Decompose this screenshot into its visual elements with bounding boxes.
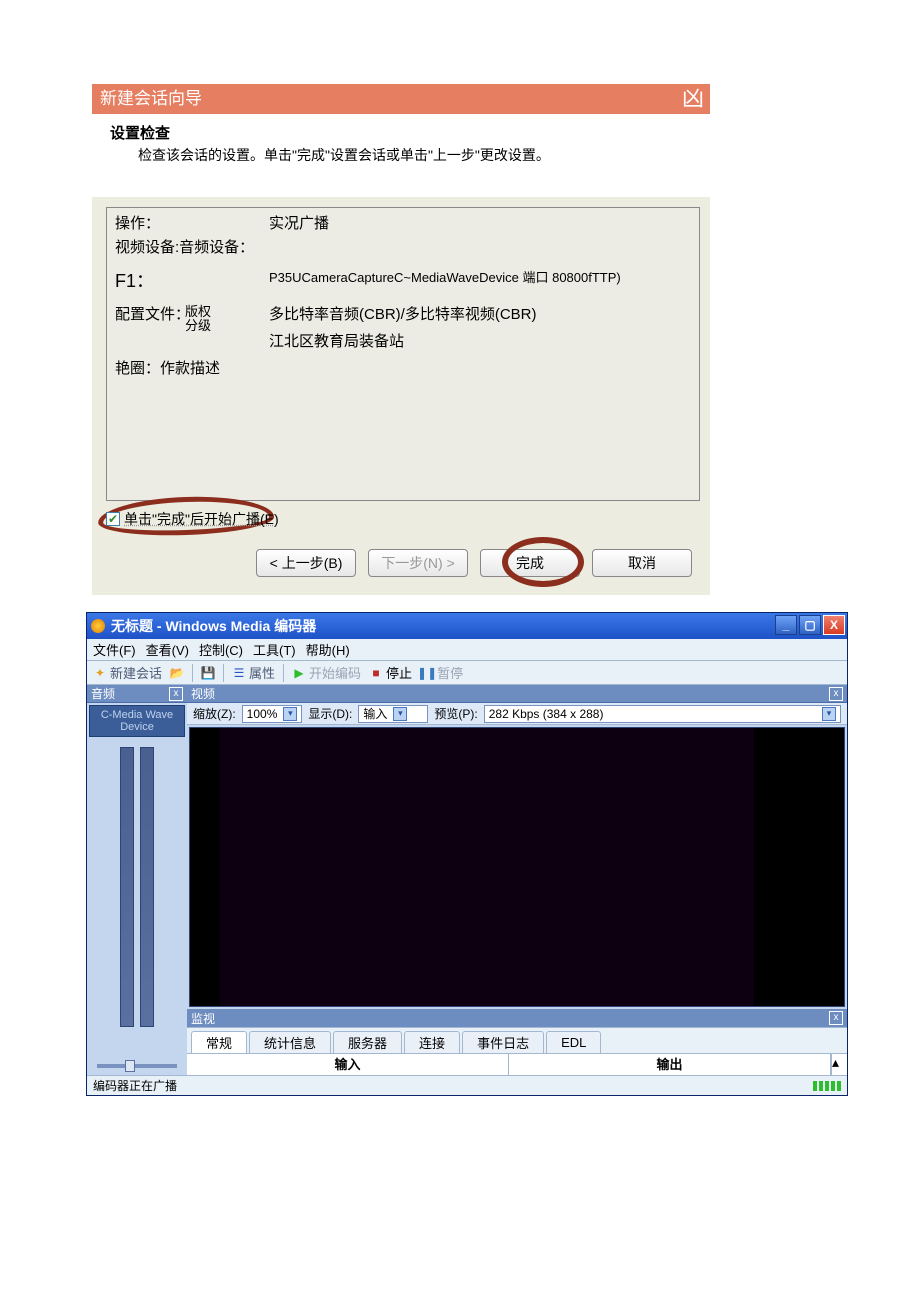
- value-profile: 多比特率音频(CBR)/多比特率视频(CBR): [269, 303, 691, 324]
- audio-device-label: C-Media Wave Device: [89, 705, 185, 737]
- io-input-header: 输入: [187, 1054, 509, 1075]
- side-terms: 版权 分级: [185, 305, 211, 333]
- menu-control[interactable]: 控制(C): [199, 640, 243, 659]
- chevron-down-icon: ▾: [393, 707, 407, 721]
- zoom-label: 缩放(Z):: [193, 705, 236, 722]
- preview-label: 预览(P):: [434, 705, 477, 722]
- wizard-body: 操作： 实况广播 视频设备:音频设备： F1： P35UCameraCaptur…: [92, 197, 710, 595]
- tab-edl[interactable]: EDL: [546, 1031, 601, 1053]
- start-encoding-button[interactable]: ▶ 开始编码: [292, 663, 361, 682]
- close-icon[interactable]: 凶: [680, 86, 706, 112]
- audio-pane: 音频 x C-Media Wave Device: [87, 685, 187, 1075]
- label-operation: 操作：: [115, 212, 269, 233]
- audio-pane-close-icon[interactable]: x: [169, 687, 183, 701]
- stop-icon: ■: [369, 666, 383, 680]
- audio-slider[interactable]: [87, 1057, 187, 1075]
- io-header-row: 输入 输出 ▴: [187, 1053, 847, 1075]
- chevron-down-icon: ▾: [283, 707, 297, 721]
- tab-general[interactable]: 常规: [191, 1031, 247, 1053]
- tab-connection[interactable]: 连接: [404, 1031, 460, 1053]
- audio-pane-title: 音频: [91, 685, 115, 702]
- encoder-window: 无标题 - Windows Media 编码器 _ ▢ X 文件(F) 查看(V…: [86, 612, 848, 1096]
- sparkle-icon: ✦: [93, 666, 107, 680]
- tab-server[interactable]: 服务器: [333, 1031, 402, 1053]
- label-f1: F1：: [115, 267, 269, 293]
- properties-button[interactable]: ☰ 属性: [232, 663, 275, 682]
- preview-combo[interactable]: 282 Kbps (384 x 288) ▾: [484, 705, 841, 723]
- menu-help[interactable]: 帮助(H): [306, 640, 350, 659]
- tab-stats[interactable]: 统计信息: [249, 1031, 331, 1053]
- chevron-down-icon: ▾: [822, 707, 836, 721]
- video-pane: 视频 x 缩放(Z): 100% ▾ 显示(D): 输入 ▾ 预览(P): 28…: [187, 685, 847, 1075]
- encoder-title: 无标题 - Windows Media 编码器: [111, 616, 316, 636]
- video-controls: 缩放(Z): 100% ▾ 显示(D): 输入 ▾ 预览(P): 282 Kbp…: [187, 703, 847, 725]
- wizard-subheading: 检查该会话的设置。单击"完成"设置会话或单击"上一步"更改设置。: [110, 145, 700, 165]
- audio-pane-title-bar: 音频 x: [87, 685, 187, 703]
- scroll-up-icon[interactable]: ▴: [831, 1054, 847, 1075]
- maximize-button[interactable]: ▢: [799, 615, 821, 635]
- summary-box: 操作： 实况广播 视频设备:音频设备： F1： P35UCameraCaptur…: [106, 207, 700, 501]
- wizard-button-row: < 上一步(B) 下一步(N) > 完成 取消: [92, 533, 700, 583]
- cancel-button[interactable]: 取消: [592, 549, 692, 577]
- status-text: 编码器正在广播: [93, 1077, 177, 1094]
- status-bar: 编码器正在广播: [87, 1075, 847, 1095]
- wizard-title: 新建会话向导: [100, 89, 202, 108]
- video-pane-title-bar: 视频 x: [187, 685, 847, 703]
- pause-button[interactable]: ❚❚ 暂停: [420, 663, 463, 682]
- minimize-button[interactable]: _: [775, 615, 797, 635]
- menu-bar: 文件(F) 查看(V) 控制(C) 工具(T) 帮助(H): [87, 639, 847, 661]
- audio-meter-right: [140, 747, 154, 1027]
- audio-meter-left: [120, 747, 134, 1027]
- io-output-header: 输出: [509, 1054, 831, 1075]
- value-f1: P35UCameraCaptureC~MediaWaveDevice 端口 80…: [269, 267, 691, 293]
- video-pane-title: 视频: [191, 685, 215, 702]
- pause-icon: ❚❚: [420, 666, 434, 680]
- video-preview: [189, 727, 845, 1007]
- new-session-button[interactable]: ✦ 新建会话: [93, 663, 162, 682]
- tab-eventlog[interactable]: 事件日志: [462, 1031, 544, 1053]
- value-operation: 实况广播: [269, 212, 691, 233]
- properties-icon: ☰: [232, 666, 246, 680]
- checkbox-label: 单击"完成"后开始广播(E): [124, 509, 279, 529]
- encoder-title-bar: 无标题 - Windows Media 编码器 _ ▢ X: [87, 613, 847, 639]
- display-combo[interactable]: 输入 ▾: [358, 705, 428, 723]
- menu-view[interactable]: 查看(V): [146, 640, 189, 659]
- save-icon[interactable]: 💾: [201, 666, 215, 680]
- menu-tools[interactable]: 工具(T): [253, 640, 296, 659]
- encoder-body: 音频 x C-Media Wave Device 视频 x 缩放(Z): 100…: [87, 685, 847, 1075]
- wizard-title-bar: 新建会话向导 凶: [92, 84, 710, 114]
- video-pane-close-icon[interactable]: x: [829, 687, 843, 701]
- close-button[interactable]: X: [823, 615, 845, 635]
- back-button[interactable]: < 上一步(B): [256, 549, 356, 577]
- start-broadcast-checkbox[interactable]: ✔ 单击"完成"后开始广播(E): [106, 509, 279, 529]
- next-button: 下一步(N) >: [368, 549, 468, 577]
- label-devices: 视频设备:音频设备：: [115, 239, 269, 257]
- value-organization: 江北区教育局装备站: [269, 330, 691, 351]
- wizard-heading: 设置检查: [110, 122, 700, 143]
- checkbox-icon: ✔: [106, 512, 120, 526]
- monitor-title-bar: 监视 x: [187, 1009, 847, 1027]
- signal-bars-icon: [813, 1081, 841, 1091]
- play-icon: ▶: [292, 666, 306, 680]
- menu-file[interactable]: 文件(F): [93, 640, 136, 659]
- annotation-circle-finish: [502, 537, 584, 587]
- wizard-dialog: 新建会话向导 凶 设置检查 检查该会话的设置。单击"完成"设置会话或单击"上一步…: [92, 84, 710, 595]
- display-label: 显示(D):: [308, 705, 352, 722]
- monitor-close-icon[interactable]: x: [829, 1011, 843, 1025]
- toolbar: ✦ 新建会话 📂 💾 ☰ 属性 ▶ 开始编码 ■ 停止 ❚❚ 暂停: [87, 661, 847, 685]
- monitor-title: 监视: [191, 1010, 215, 1027]
- monitor-tabs: 常规 统计信息 服务器 连接 事件日志 EDL: [187, 1027, 847, 1053]
- audio-meters: [87, 739, 187, 1057]
- wizard-header: 设置检查 检查该会话的设置。单击"完成"设置会话或单击"上一步"更改设置。: [92, 114, 710, 169]
- app-icon: [91, 619, 105, 633]
- label-iris: 艳圈：作款描述: [115, 357, 269, 378]
- stop-button[interactable]: ■ 停止: [369, 663, 412, 682]
- zoom-combo[interactable]: 100% ▾: [242, 705, 303, 723]
- open-icon[interactable]: 📂: [170, 666, 184, 680]
